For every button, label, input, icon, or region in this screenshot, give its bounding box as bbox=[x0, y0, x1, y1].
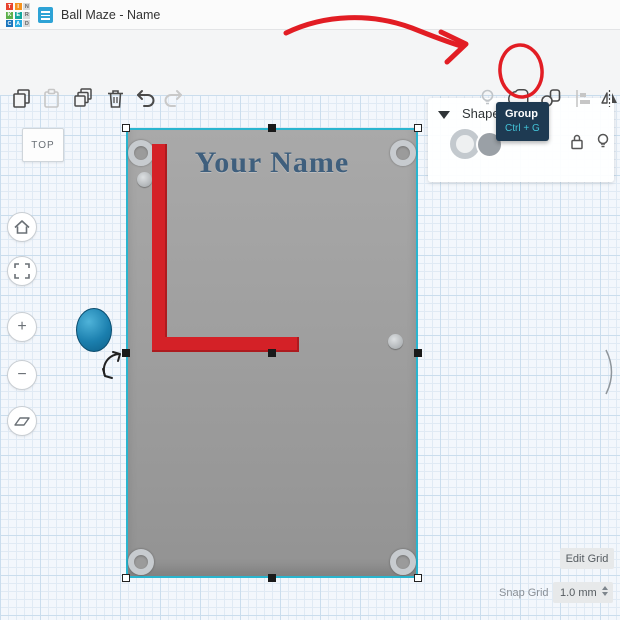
maze-wall-vertical[interactable] bbox=[152, 144, 167, 352]
lock-button[interactable] bbox=[566, 131, 588, 158]
lightbulb-icon bbox=[592, 131, 614, 153]
plus-icon: + bbox=[17, 318, 26, 336]
duplicate-icon bbox=[72, 87, 95, 110]
group-tooltip: Group Ctrl + G bbox=[496, 102, 549, 141]
minus-icon: − bbox=[17, 366, 26, 384]
fit-view-button[interactable] bbox=[7, 256, 37, 286]
snap-grid-select[interactable]: 1.0 mm bbox=[553, 582, 613, 603]
perspective-toggle-button[interactable] bbox=[7, 406, 37, 436]
collapse-panel-icon[interactable] bbox=[438, 111, 450, 119]
view-cube[interactable]: TOP bbox=[22, 128, 64, 162]
tinkercad-logo[interactable]: T I N K E R C A D bbox=[6, 3, 31, 28]
zoom-out-button[interactable]: − bbox=[7, 360, 37, 390]
lock-icon bbox=[566, 131, 588, 153]
hide-button[interactable] bbox=[592, 131, 614, 158]
maze-hole bbox=[388, 334, 403, 349]
scale-handle-mid[interactable] bbox=[268, 574, 276, 582]
edit-grid-button[interactable]: Edit Grid bbox=[560, 548, 614, 569]
scale-handle-mid[interactable] bbox=[414, 349, 422, 357]
logo-tile: T bbox=[6, 3, 13, 10]
scale-handle-corner[interactable] bbox=[122, 124, 130, 132]
tooltip-shortcut: Ctrl + G bbox=[505, 123, 540, 134]
scale-handle-corner[interactable] bbox=[414, 124, 422, 132]
logo-tile: I bbox=[15, 3, 22, 10]
tooltip-title: Group bbox=[505, 108, 540, 120]
undo-button[interactable] bbox=[132, 84, 158, 112]
undo-icon bbox=[134, 87, 157, 110]
delete-button[interactable] bbox=[102, 84, 128, 112]
height-handle[interactable] bbox=[268, 349, 276, 357]
zoom-in-button[interactable]: + bbox=[7, 312, 37, 342]
align-button[interactable] bbox=[570, 84, 596, 112]
toolbar bbox=[0, 30, 620, 95]
corner-hole bbox=[128, 549, 154, 575]
redo-icon bbox=[162, 87, 185, 110]
copy-button[interactable] bbox=[8, 84, 34, 112]
home-view-button[interactable] bbox=[7, 212, 37, 242]
maze-wall-horizontal[interactable] bbox=[152, 337, 299, 352]
flat-view-icon bbox=[11, 410, 33, 432]
mirror-button[interactable] bbox=[596, 84, 620, 112]
copy-icon bbox=[10, 87, 33, 110]
top-bar: T I N K E R C A D Ball Maze - Name bbox=[0, 0, 620, 30]
fit-view-icon bbox=[11, 260, 33, 282]
panel-handle-icon bbox=[604, 348, 618, 396]
panel-handle[interactable] bbox=[604, 348, 618, 401]
design-doc-icon[interactable] bbox=[38, 7, 53, 23]
scale-handle-corner[interactable] bbox=[414, 574, 422, 582]
logo-tile: A bbox=[15, 20, 22, 27]
home-icon bbox=[11, 216, 33, 238]
snap-grid-value: 1.0 mm bbox=[560, 587, 597, 599]
logo-tile: E bbox=[15, 12, 22, 19]
design-title[interactable]: Ball Maze - Name bbox=[61, 0, 160, 30]
paste-button[interactable] bbox=[38, 84, 64, 112]
name-text-object[interactable]: Your Name bbox=[126, 146, 418, 180]
duplicate-button[interactable] bbox=[70, 84, 96, 112]
scale-handle-mid[interactable] bbox=[122, 349, 130, 357]
mirror-icon bbox=[598, 87, 620, 110]
scale-handle-mid[interactable] bbox=[268, 124, 276, 132]
view-cube-label: TOP bbox=[31, 140, 54, 151]
logo-tile: D bbox=[23, 20, 30, 27]
snap-grid-label: Snap Grid bbox=[499, 587, 549, 599]
trash-icon bbox=[104, 87, 127, 110]
redo-button[interactable] bbox=[160, 84, 186, 112]
logo-tile: R bbox=[23, 12, 30, 19]
logo-tile: N bbox=[23, 3, 30, 10]
ball-object[interactable] bbox=[76, 308, 112, 352]
tinkercad-app: T I N K E R C A D Ball Maze - Name bbox=[0, 0, 620, 620]
align-icon bbox=[572, 87, 595, 110]
spinner-icon bbox=[602, 586, 608, 596]
paste-icon bbox=[40, 87, 63, 110]
logo-tile: C bbox=[6, 20, 13, 27]
corner-hole bbox=[390, 549, 416, 575]
logo-tile: K bbox=[6, 12, 13, 19]
scale-handle-corner[interactable] bbox=[122, 574, 130, 582]
